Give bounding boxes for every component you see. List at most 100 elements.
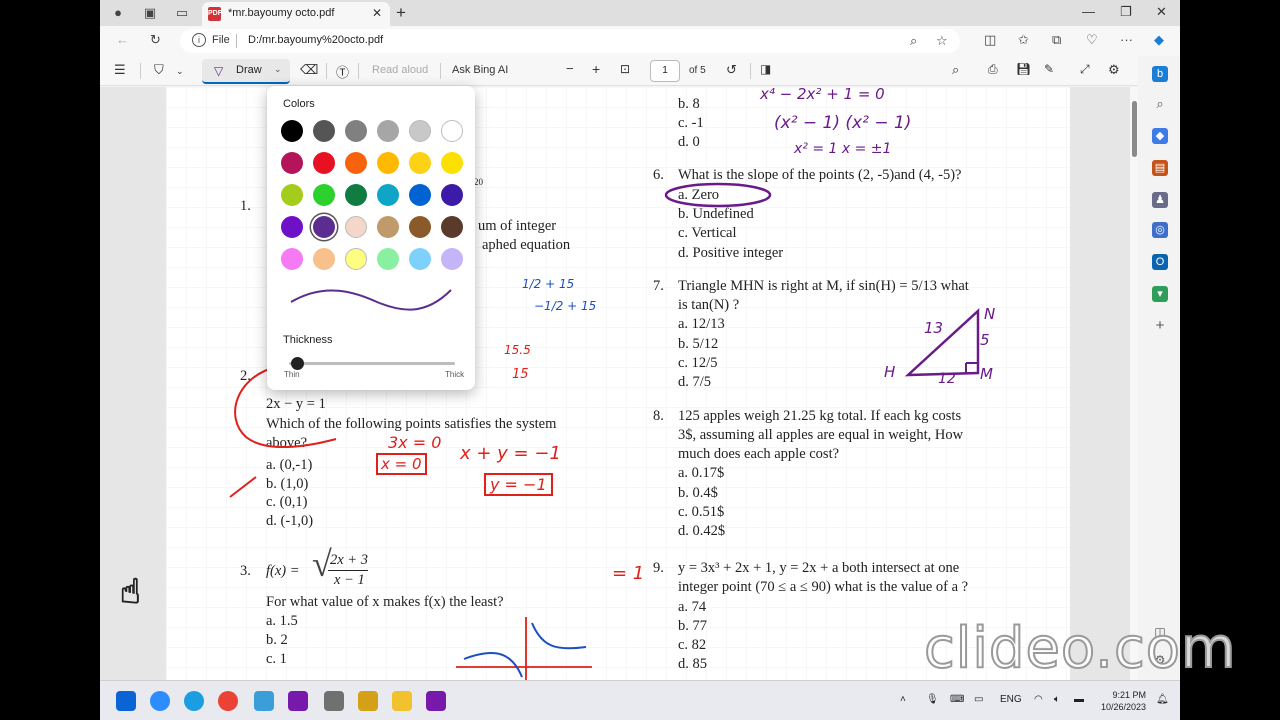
ask-bing-button[interactable]: Ask Bing AI xyxy=(452,64,508,76)
color-swatch[interactable] xyxy=(313,248,335,270)
highlight-chevron-icon[interactable]: ⌄ xyxy=(176,66,184,77)
color-swatch[interactable] xyxy=(441,152,463,174)
color-swatch[interactable] xyxy=(313,152,335,174)
color-swatch[interactable] xyxy=(441,216,463,238)
notification-icon[interactable]: 🔔︎ xyxy=(1156,694,1169,705)
tab-actions-icon[interactable]: ▭ xyxy=(174,5,190,21)
more-icon[interactable]: ··· xyxy=(1120,32,1133,47)
color-swatch[interactable] xyxy=(377,120,399,142)
thickness-slider[interactable] xyxy=(289,362,455,365)
print-icon[interactable]: ⎙ xyxy=(988,62,998,77)
volume-icon[interactable]: 🔈︎ xyxy=(1054,694,1060,705)
maximize-icon[interactable]: ❐ xyxy=(1120,4,1132,20)
sidebar-search-icon[interactable]: ⌕ xyxy=(1152,96,1168,112)
copilot-icon[interactable]: ◆ xyxy=(1154,32,1164,48)
highlight-icon[interactable]: ⛉ xyxy=(154,62,164,78)
color-swatch[interactable] xyxy=(281,216,303,238)
workspaces-icon[interactable]: ▣ xyxy=(142,5,158,21)
start-icon[interactable] xyxy=(116,691,136,711)
color-swatch[interactable] xyxy=(409,216,431,238)
language-indicator[interactable]: ENG xyxy=(1000,694,1022,705)
close-tab-icon[interactable]: ✕ xyxy=(372,6,382,20)
color-swatch[interactable] xyxy=(377,152,399,174)
read-aloud-button[interactable]: Read aloud xyxy=(372,64,428,76)
draw-button[interactable]: ▽ Draw ⌄ xyxy=(202,59,290,84)
heart-icon[interactable]: ♡ xyxy=(1086,32,1098,48)
snipping-tool-icon[interactable] xyxy=(254,691,274,711)
favorite-star-icon[interactable]: ☆ xyxy=(936,33,948,49)
color-swatch[interactable] xyxy=(281,120,303,142)
profile-icon[interactable]: ● xyxy=(110,5,126,21)
refresh-icon[interactable]: ↻ xyxy=(150,32,161,48)
add-sidebar-app-icon[interactable]: + xyxy=(1152,318,1168,334)
page-number-input[interactable]: 1 xyxy=(650,60,680,82)
battery-icon[interactable]: ▬ xyxy=(1074,694,1084,705)
minimize-icon[interactable]: — xyxy=(1082,4,1095,19)
bing-chat-icon[interactable]: b xyxy=(1152,66,1168,82)
color-swatch[interactable] xyxy=(441,248,463,270)
split-screen-icon[interactable]: ◫ xyxy=(984,32,996,48)
tools-briefcase-icon[interactable]: ▤ xyxy=(1152,160,1168,176)
display-icon[interactable]: ▭ xyxy=(974,694,983,705)
settings-gear-icon[interactable]: ⚙ xyxy=(1108,62,1120,78)
vertical-scrollbar[interactable] xyxy=(1130,87,1138,680)
save-as-icon[interactable]: ✎ xyxy=(1044,62,1054,76)
color-swatch[interactable] xyxy=(409,184,431,206)
thickness-slider-thumb[interactable] xyxy=(291,357,304,370)
onenote-2-icon[interactable] xyxy=(426,691,446,711)
games-icon[interactable]: ♟ xyxy=(1152,192,1168,208)
zoom-in-icon[interactable]: + xyxy=(592,61,600,77)
save-icon[interactable]: 💾︎ xyxy=(1016,62,1031,76)
color-swatch[interactable] xyxy=(281,248,303,270)
color-swatch[interactable] xyxy=(345,216,367,238)
zoom-app-icon[interactable] xyxy=(150,691,170,711)
wifi-icon[interactable]: ◠ xyxy=(1034,694,1043,705)
draw-chevron-icon[interactable]: ⌄ xyxy=(274,64,282,75)
color-swatch[interactable] xyxy=(313,120,335,142)
new-tab-icon[interactable]: + xyxy=(396,3,406,23)
outlook-icon[interactable]: O xyxy=(1152,254,1168,270)
mic-icon[interactable]: 🎙︎ xyxy=(926,694,939,705)
pdf-viewer[interactable]: 1. um of integer aphed equation 20 2. 2x… xyxy=(100,87,1138,680)
collections-icon[interactable]: ⧉ xyxy=(1052,32,1061,48)
notes-icon[interactable] xyxy=(358,691,378,711)
color-swatch[interactable] xyxy=(409,248,431,270)
color-swatch[interactable] xyxy=(345,152,367,174)
clock[interactable]: 9:21 PM 10/26/2023 xyxy=(1096,689,1146,713)
fullscreen-icon[interactable]: ⤢ xyxy=(1080,62,1090,77)
rotate-icon[interactable]: ↺ xyxy=(726,62,737,78)
keyboard-icon[interactable]: ⌨ xyxy=(950,694,964,705)
color-swatch[interactable] xyxy=(313,216,335,238)
color-swatch[interactable] xyxy=(441,120,463,142)
color-swatch[interactable] xyxy=(377,216,399,238)
chrome-icon[interactable] xyxy=(218,691,238,711)
show-hidden-icon[interactable]: ˄ xyxy=(900,694,906,705)
color-swatch[interactable] xyxy=(377,184,399,206)
microsoft365-icon[interactable]: ◎ xyxy=(1152,222,1168,238)
color-swatch[interactable] xyxy=(409,152,431,174)
zoom-out-icon[interactable]: − xyxy=(566,61,574,76)
page-view-icon[interactable]: ◨ xyxy=(760,62,771,76)
color-swatch[interactable] xyxy=(377,248,399,270)
onenote-icon[interactable] xyxy=(288,691,308,711)
scrollbar-thumb[interactable] xyxy=(1132,101,1137,157)
contents-icon[interactable]: ☰ xyxy=(114,62,126,78)
zoom-icon[interactable]: ⌕ xyxy=(910,33,917,49)
file-explorer-icon[interactable] xyxy=(392,691,412,711)
color-swatch[interactable] xyxy=(441,184,463,206)
eraser-icon[interactable]: ⌫ xyxy=(300,62,318,78)
drop-icon[interactable]: ▾ xyxy=(1152,286,1168,302)
text-tool-icon[interactable]: Ⓣ xyxy=(336,62,349,81)
color-swatch[interactable] xyxy=(281,152,303,174)
phone-icon[interactable] xyxy=(324,691,344,711)
edge-icon[interactable] xyxy=(184,691,204,711)
color-swatch[interactable] xyxy=(281,184,303,206)
color-swatch[interactable] xyxy=(313,184,335,206)
color-swatch[interactable] xyxy=(345,184,367,206)
color-swatch[interactable] xyxy=(345,248,367,270)
url-field[interactable]: i File D:/mr.bayoumy%20octo.pdf ⌕ ☆ xyxy=(180,29,960,53)
color-swatch[interactable] xyxy=(409,120,431,142)
close-window-icon[interactable]: ✕ xyxy=(1156,4,1167,20)
favorites-icon[interactable]: ✩ xyxy=(1018,32,1029,48)
search-icon[interactable]: ⌕ xyxy=(952,62,959,78)
